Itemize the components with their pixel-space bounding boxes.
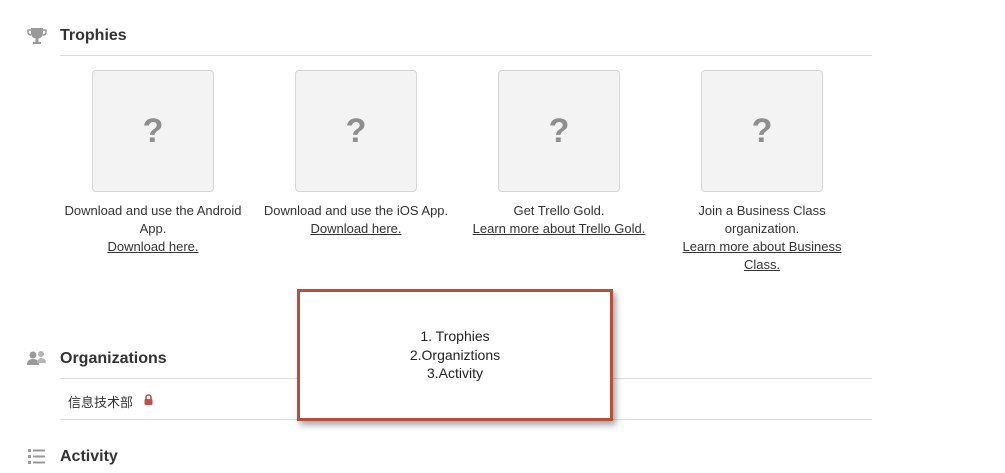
activity-title: Activity (60, 448, 118, 465)
download-android-link[interactable]: Download here. (58, 238, 248, 256)
trophy-placeholder: ? (498, 70, 620, 192)
trophy-placeholder: ? (701, 70, 823, 192)
trophy-business-class: ? Join a Business Class organization. Le… (667, 70, 857, 274)
members-icon (26, 348, 48, 370)
trophy-description: Get Trello Gold. (513, 203, 605, 218)
learn-more-gold-link[interactable]: Learn more about Trello Gold. (464, 220, 654, 238)
annotation-line: 3.Activity (426, 365, 483, 382)
trophies-title: Trophies (60, 27, 127, 44)
organizations-title: Organizations (60, 350, 167, 367)
trophy-icon (26, 25, 48, 47)
trophy-gold: ? Get Trello Gold. Learn more about Trel… (464, 70, 654, 238)
trophy-android: ? Download and use the Android App. Down… (58, 70, 248, 256)
learn-more-business-class-link[interactable]: Learn more about Business Class. (667, 238, 857, 274)
trophy-description: Join a Business Class organization. (698, 203, 826, 236)
trophy-placeholder: ? (92, 70, 214, 192)
annotation-line: 1. Trophies (420, 328, 490, 345)
organization-name: 信息技术部 (68, 395, 134, 410)
trophies-divider (60, 55, 872, 56)
trophy-description: Download and use the Android App. (64, 203, 242, 236)
download-ios-link[interactable]: Download here. (261, 220, 451, 238)
trophy-description: Download and use the iOS App. (263, 203, 449, 218)
organization-item[interactable]: 信息技术部 (68, 392, 154, 411)
annotation-box: 1. Trophies 2.Organiztions 3.Activity (297, 289, 613, 421)
trophy-ios: ? Download and use the iOS App. Download… (261, 70, 451, 238)
lock-icon (143, 394, 154, 409)
annotation-line: 2.Organiztions (409, 346, 501, 363)
trophy-placeholder: ? (295, 70, 417, 192)
